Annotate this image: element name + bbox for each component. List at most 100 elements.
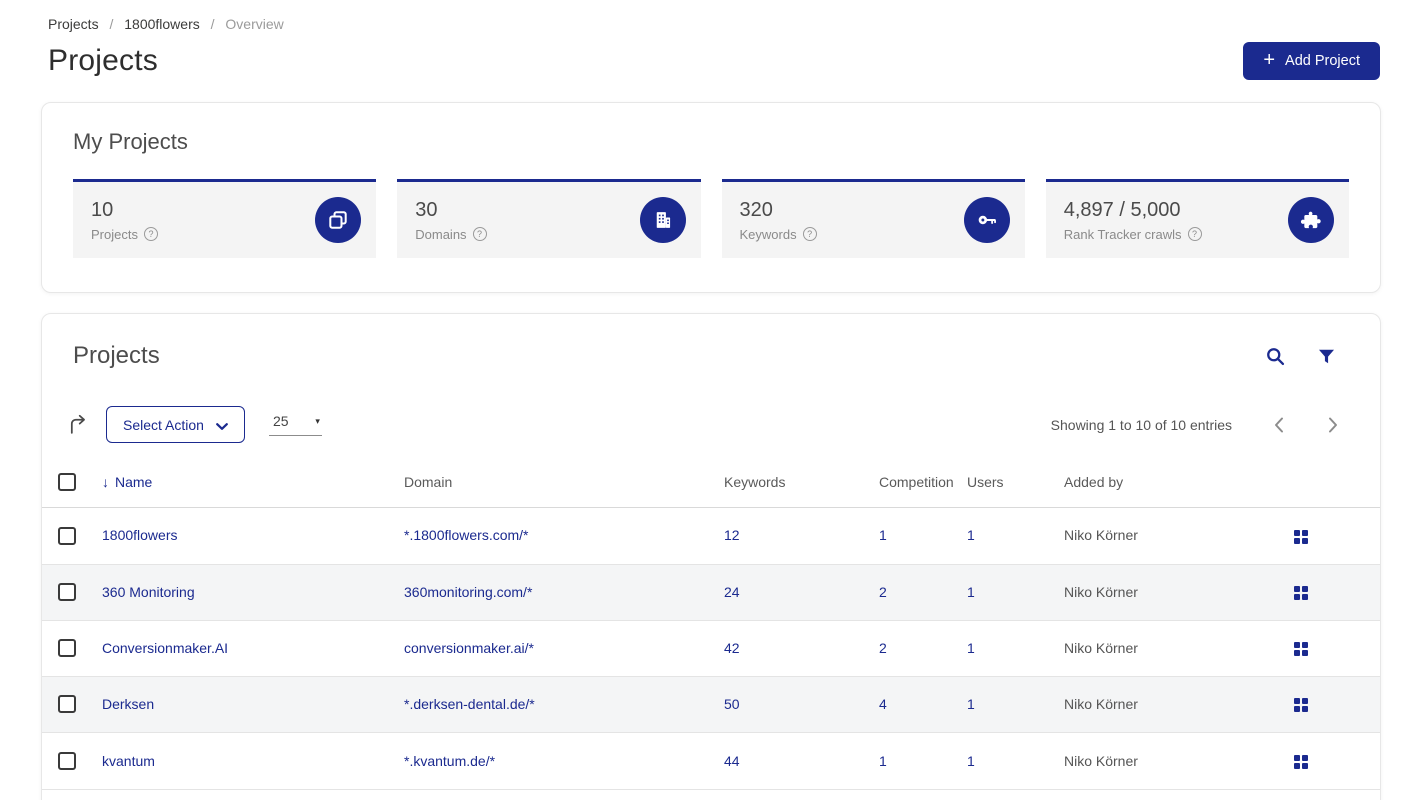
breadcrumb: Projects / 1800flowers / Overview [48,16,1380,32]
column-header-keywords[interactable]: Keywords [724,463,879,509]
users-value[interactable]: 1 [967,753,975,769]
keywords-label: Keywords [739,226,797,242]
keywords-count: 320 [739,198,773,221]
projects-section-title: Projects [73,342,160,369]
added-by-value: Niko Körner [1064,620,1222,678]
project-domain-link[interactable]: conversionmaker.ai/* [404,640,534,656]
competition-value[interactable]: 2 [879,584,887,600]
apps-grid-icon[interactable] [1294,754,1308,769]
keywords-value[interactable]: 24 [724,584,740,600]
table-row[interactable]: Derksen *.derksen-dental.de/* 50 4 1 Nik… [42,676,1380,734]
column-header-users[interactable]: Users [967,463,1064,509]
column-header-added-by[interactable]: Added by [1064,463,1222,509]
table-row[interactable]: 1800flowers *.1800flowers.com/* 12 1 1 N… [42,507,1380,565]
project-name-link[interactable]: 360 Monitoring [102,584,195,600]
row-checkbox[interactable] [58,751,76,770]
help-icon[interactable]: ? [472,227,487,241]
puzzle-icon [1288,197,1334,243]
column-header-domain[interactable]: Domain [404,463,724,509]
stat-tile-domains: 30 Domains ? [397,179,701,258]
keywords-value[interactable]: 50 [724,696,740,712]
apps-grid-icon[interactable] [1294,585,1308,600]
project-domain-link[interactable]: 360monitoring.com/* [404,584,532,600]
chevron-down-icon [216,417,228,433]
stat-tile-projects: 10 Projects ? [73,179,377,258]
add-project-label: Add Project [1285,53,1360,69]
users-value[interactable]: 1 [967,527,975,543]
added-by-value: Niko Körner [1064,732,1222,790]
help-icon[interactable]: ? [802,227,817,241]
breadcrumb-1800flowers[interactable]: 1800flowers [124,16,200,32]
column-header-actions [1222,463,1380,509]
pagination-status: Showing 1 to 10 of 10 entries [1050,416,1232,433]
row-checkbox[interactable] [58,639,76,658]
users-value[interactable]: 1 [967,584,975,600]
top-header: Projects / 1800flowers / Overview Projec… [0,0,1422,80]
plus-icon: + [1263,49,1276,71]
projects-label: Projects [91,226,138,242]
keywords-value[interactable]: 44 [724,753,740,769]
select-action-label: Select Action [123,416,204,433]
key-icon [963,197,1010,243]
help-icon[interactable]: ? [1187,227,1202,241]
export-icon[interactable] [67,414,88,435]
project-domain-link[interactable]: *.kvantum.de/* [404,753,495,769]
project-name-link[interactable]: Conversionmaker.AI [102,640,228,656]
added-by-value: Niko Körner [1064,564,1222,621]
page-size-value: 25 [272,413,289,429]
breadcrumb-overview: Overview [225,16,284,32]
table-row[interactable]: Conversionmaker.AI conversionmaker.ai/* … [42,620,1380,678]
domains-count: 30 [415,198,438,221]
my-projects-title: My Projects [73,129,188,154]
column-header-name[interactable]: Name [115,474,152,490]
caret-down-icon: ▾ [315,415,320,426]
table-row[interactable]: 360 Monitoring 360monitoring.com/* 24 2 … [42,564,1380,621]
prev-page-button[interactable] [1272,415,1286,435]
add-project-button[interactable]: + Add Project [1243,42,1380,80]
column-header-competition[interactable]: Competition [879,463,967,509]
breadcrumb-separator: / [210,16,215,32]
users-value[interactable]: 1 [967,640,975,656]
competition-value[interactable]: 1 [879,527,887,543]
competition-value[interactable]: 2 [879,640,887,656]
select-action-dropdown[interactable]: Select Action [106,406,245,443]
filter-icon[interactable] [1317,347,1336,366]
select-all-checkbox[interactable] [58,473,76,492]
table-row[interactable]: kvantum *.kvantum.de/* 44 1 1 Niko Körne… [42,732,1380,790]
crawls-count: 4,897 / 5,000 [1063,198,1181,221]
projects-stack-icon [315,197,362,243]
keywords-value[interactable]: 12 [724,527,740,543]
added-by-value: Niko Körner [1064,676,1222,734]
competition-value[interactable]: 1 [879,753,887,769]
apps-grid-icon[interactable] [1294,642,1308,657]
keywords-value[interactable]: 42 [724,640,740,656]
project-name-link[interactable]: Derksen [102,696,154,712]
project-name-link[interactable]: 1800flowers [102,527,178,543]
project-domain-link[interactable]: *.derksen-dental.de/* [404,696,535,712]
users-value[interactable]: 1 [967,696,975,712]
next-page-button[interactable] [1326,415,1340,435]
project-name-link[interactable]: kvantum [102,753,155,769]
search-icon[interactable] [1265,346,1286,367]
breadcrumb-projects[interactable]: Projects [48,16,99,32]
apps-grid-icon[interactable] [1294,698,1308,713]
projects-table: ↓ Name Domain Keywords Competition Users … [42,463,1380,790]
projects-count: 10 [91,198,114,221]
row-checkbox[interactable] [58,526,76,545]
domains-label: Domains [415,226,467,242]
my-projects-card: My Projects 10 Projects ? 30 Domains ? 3… [41,102,1381,293]
added-by-value: Niko Körner [1064,507,1222,565]
row-checkbox[interactable] [58,695,76,714]
project-domain-link[interactable]: *.1800flowers.com/* [404,527,529,543]
stat-tile-keywords: 320 Keywords ? [721,179,1025,258]
row-checkbox[interactable] [58,582,76,601]
breadcrumb-separator: / [109,16,114,32]
help-icon[interactable]: ? [143,227,158,241]
competition-value[interactable]: 4 [879,696,887,712]
stat-tile-crawls: 4,897 / 5,000 Rank Tracker crawls ? [1045,179,1349,258]
page-title: Projects [48,44,158,77]
apps-grid-icon[interactable] [1294,529,1308,544]
building-icon [639,197,686,243]
page-size-select[interactable]: 25 ▾ [268,413,322,436]
sort-desc-icon[interactable]: ↓ [102,474,109,490]
